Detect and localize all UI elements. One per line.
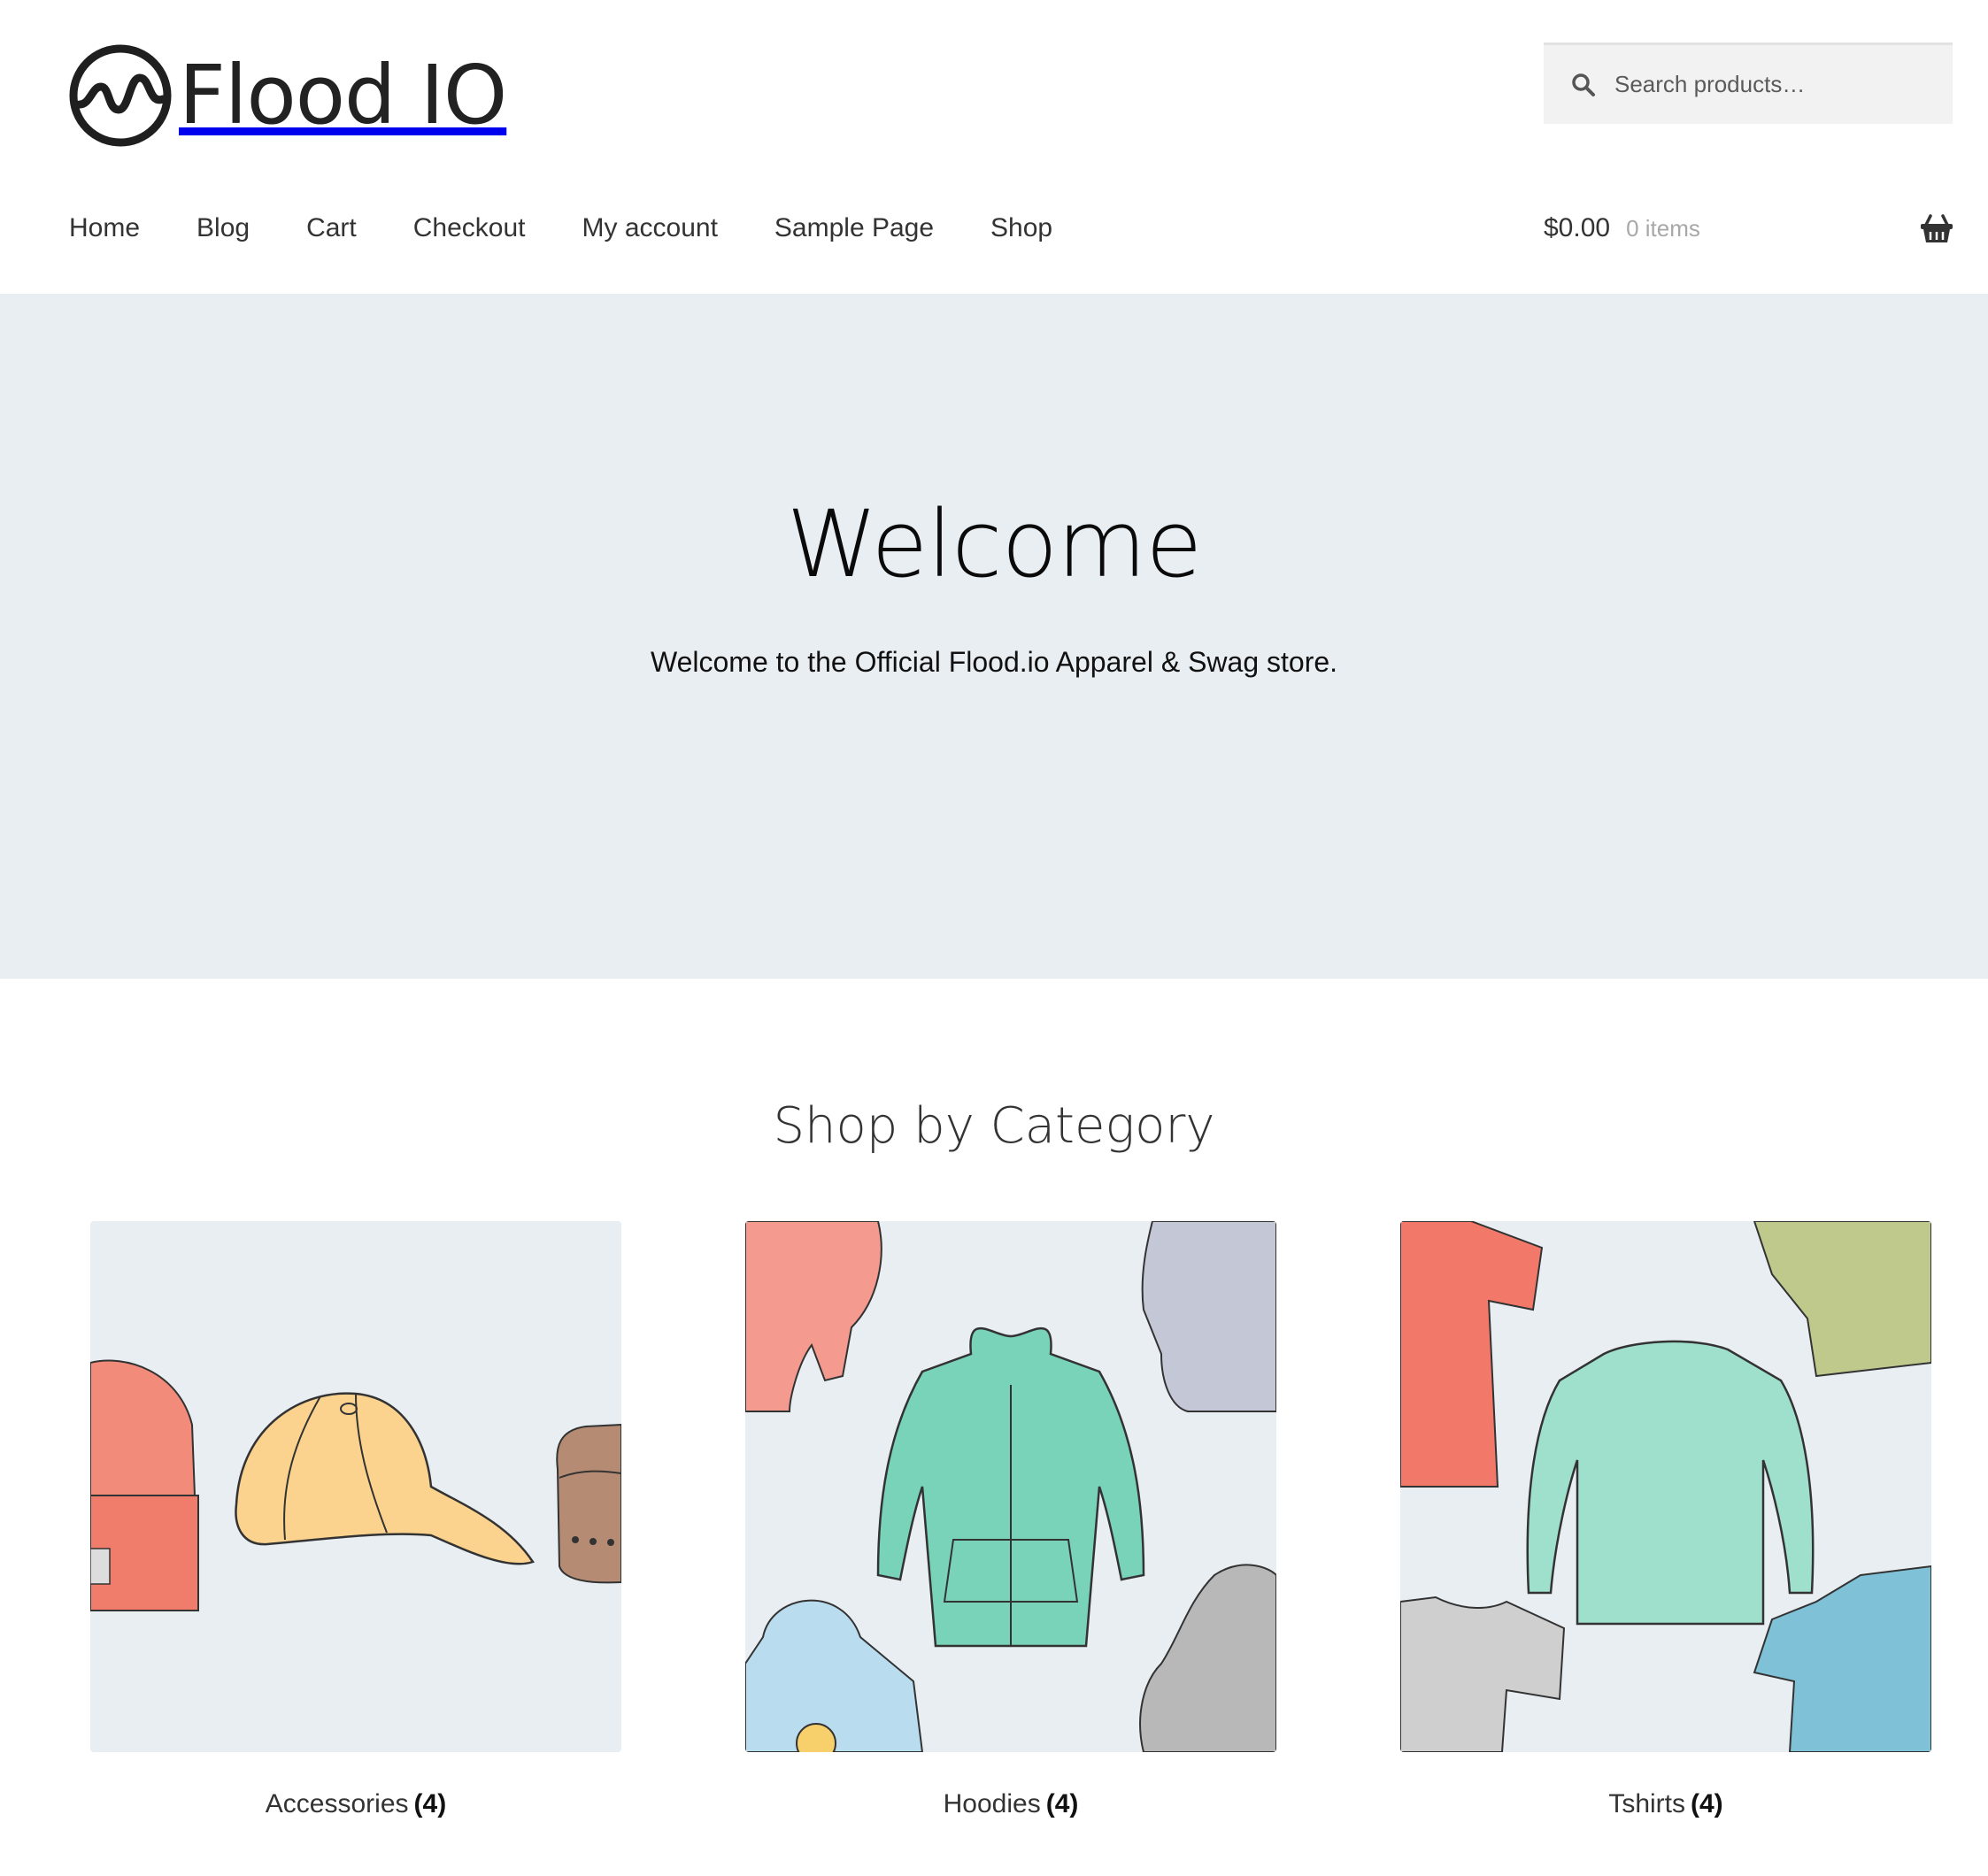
accessories-image: [90, 1221, 621, 1752]
nav-home[interactable]: Home: [69, 207, 140, 250]
flood-logo-icon: [69, 44, 172, 147]
hero-title: Welcome: [786, 490, 1203, 598]
site-header: Flood IO Home Blog Cart Checkout My acco…: [0, 0, 1988, 294]
site-logo[interactable]: Flood IO: [67, 42, 507, 149]
nav-my-account[interactable]: My account: [582, 207, 718, 250]
section-title: Shop by Category: [773, 1097, 1215, 1155]
product-search: [1544, 42, 1953, 124]
category-count: (4): [1691, 1789, 1723, 1818]
tshirts-image: [1400, 1221, 1931, 1752]
nav-shop[interactable]: Shop: [990, 207, 1052, 250]
cart-item-count: 0 items: [1626, 214, 1700, 242]
hero-banner: Welcome Welcome to the Official Flood.io…: [0, 294, 1988, 979]
cart-amount: $0.00: [1544, 213, 1611, 242]
nav-checkout[interactable]: Checkout: [413, 207, 526, 250]
nav-cart[interactable]: Cart: [306, 207, 357, 250]
category-card-accessories[interactable]: Accessories (4): [90, 1221, 621, 1819]
primary-navigation: Home Blog Cart Checkout My account Sampl…: [69, 207, 1109, 250]
category-name: Accessories: [265, 1789, 409, 1818]
category-label: Hoodies (4): [745, 1789, 1276, 1819]
search-input[interactable]: [1613, 70, 1931, 99]
category-name: Hoodies: [943, 1789, 1041, 1818]
nav-sample-page[interactable]: Sample Page: [774, 207, 934, 250]
hero-text: Welcome to the Official Flood.io Apparel…: [650, 646, 1338, 678]
header-cart[interactable]: $0.00 0 items: [1544, 207, 1954, 250]
category-label: Accessories (4): [90, 1789, 621, 1819]
category-card-tshirts[interactable]: Tshirts (4): [1400, 1221, 1931, 1819]
category-label: Tshirts (4): [1400, 1789, 1931, 1819]
category-card-hoodies[interactable]: Hoodies (4): [745, 1221, 1276, 1819]
nav-blog[interactable]: Blog: [196, 207, 250, 250]
search-icon[interactable]: [1570, 72, 1597, 98]
category-name: Tshirts: [1608, 1789, 1685, 1818]
hoodies-image: [745, 1221, 1276, 1752]
belt-illustration: [556, 1423, 621, 1584]
category-count: (4): [413, 1789, 447, 1818]
category-count: (4): [1045, 1789, 1079, 1818]
brand-name: Flood IO: [179, 48, 507, 142]
basket-icon: [1921, 214, 1953, 242]
